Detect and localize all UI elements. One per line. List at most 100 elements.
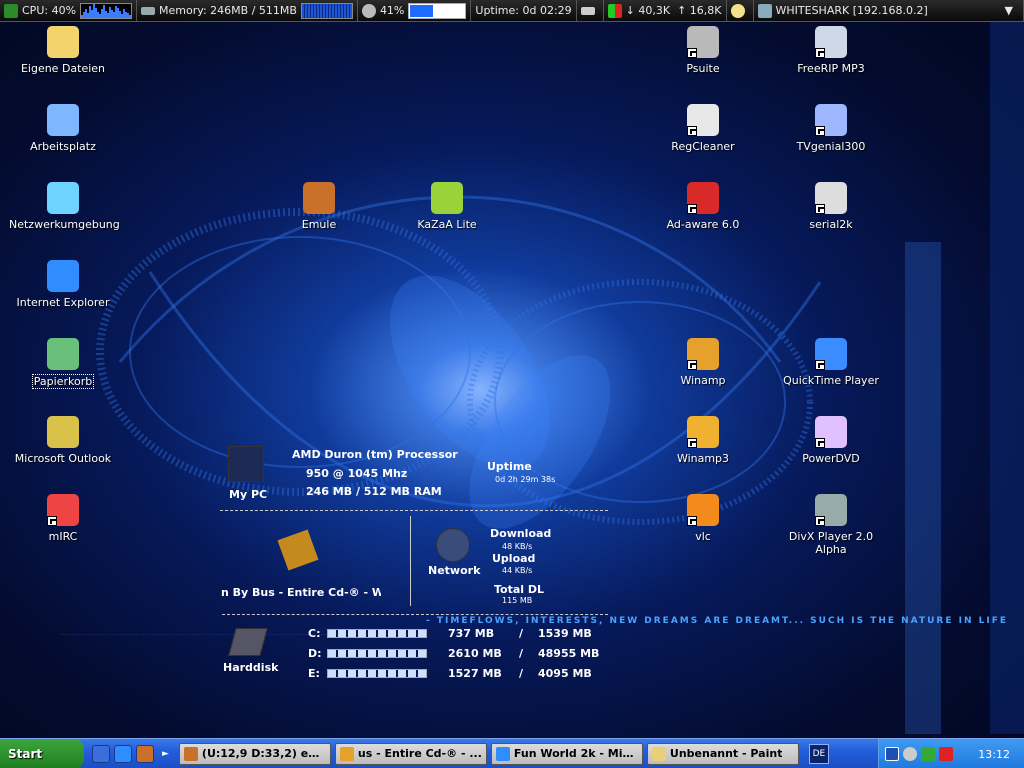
- ati-tray-icon[interactable]: [939, 747, 953, 761]
- divx-icon: [815, 494, 847, 526]
- clock[interactable]: 13:12: [978, 748, 1010, 761]
- desktop-icon-winamp3[interactable]: Winamp3: [648, 416, 758, 465]
- show-desktop-icon[interactable]: [92, 744, 110, 763]
- computer-icon: [47, 104, 79, 136]
- host-name: WHITESHARK [192.168.0.2]: [775, 4, 928, 17]
- desktop-icon-label: Eigene Dateien: [20, 62, 106, 75]
- emule-quicklaunch-icon[interactable]: [136, 744, 154, 763]
- desktop-icon-eigene-dateien[interactable]: Eigene Dateien: [8, 26, 118, 75]
- desktop-icon-label: vlc: [695, 530, 711, 543]
- desktop-icon-label: Internet Explorer: [16, 296, 110, 309]
- tray-expand-icon[interactable]: [885, 747, 899, 761]
- desktop-icon-mirc[interactable]: mIRC: [8, 494, 118, 543]
- quicklaunch-expand-icon[interactable]: ►: [162, 749, 169, 759]
- ie-icon: [47, 260, 79, 292]
- network-tray-icon[interactable]: [903, 747, 917, 761]
- volume-bar[interactable]: [408, 2, 467, 19]
- desktop-icon-freerip[interactable]: FreeRIP MP3: [776, 26, 886, 75]
- volume-readout: 41%: [379, 4, 405, 17]
- ie-quicklaunch-icon[interactable]: [114, 744, 132, 763]
- taskbar-button[interactable]: Fun World 2k - Mic...: [490, 742, 643, 765]
- now-playing: n By Bus - Entire Cd-® - Win: [221, 586, 381, 599]
- notes-segment[interactable]: [727, 0, 754, 22]
- task-app-icon: [651, 746, 666, 761]
- desktop-icon-netzwerkumgebung[interactable]: Netzwerkumgebung: [8, 182, 120, 231]
- psuite-icon: [687, 26, 719, 58]
- speaker-icon: [361, 3, 376, 18]
- uptime-label: Uptime: [487, 460, 532, 473]
- shortcut-arrow-icon: [815, 438, 825, 448]
- task-label: Unbenannt - Paint: [669, 746, 783, 760]
- shortcut-arrow-icon: [815, 126, 825, 136]
- desktop-icon-internet-explorer[interactable]: Internet Explorer: [8, 260, 118, 309]
- volume-fill: [410, 4, 434, 17]
- quicktime-icon: [815, 338, 847, 370]
- desktop-icon-microsoft-outlook[interactable]: Microsoft Outlook: [8, 416, 118, 465]
- cd-icon: [815, 26, 847, 58]
- mypc-label: My PC: [229, 488, 268, 501]
- desktop-icon-papierkorb[interactable]: Papierkorb: [8, 338, 118, 389]
- desktop-icon-ad-aware[interactable]: Ad-aware 6.0: [648, 182, 758, 231]
- desktop-icon-label: Winamp3: [676, 452, 730, 465]
- desktop-icon-serial2k[interactable]: serial2k: [776, 182, 886, 231]
- upload-value: 44 KB/s: [502, 566, 533, 575]
- desktop-icon-label: Winamp: [680, 374, 726, 387]
- volume-segment[interactable]: 41%: [358, 0, 472, 22]
- globe-icon: [436, 528, 470, 562]
- drive-used: 1527 MB: [448, 667, 502, 680]
- host-segment[interactable]: WHITESHARK [192.168.0.2] ▼: [754, 0, 1024, 22]
- mirc-icon: [47, 494, 79, 526]
- shortcut-arrow-icon: [687, 204, 697, 214]
- recycle-bin-icon: [47, 338, 79, 370]
- desktop-icon-quicktime[interactable]: QuickTime Player: [776, 338, 886, 387]
- drive-segment[interactable]: [577, 0, 604, 22]
- shortcut-arrow-icon: [687, 438, 697, 448]
- network-traffic-icon: [607, 3, 622, 18]
- folder-icon: [47, 26, 79, 58]
- desktop-icon-vlc[interactable]: vlc: [648, 494, 758, 543]
- desktop-icon-winamp[interactable]: Winamp: [648, 338, 758, 387]
- outlook-icon: [47, 416, 79, 448]
- network-segment[interactable]: ↓ 40,3K ↑ 16,8K: [604, 0, 727, 22]
- adaware-icon: [687, 182, 719, 214]
- nvidia-tray-icon[interactable]: [921, 747, 935, 761]
- desktop-icon-regcleaner[interactable]: RegCleaner: [648, 104, 758, 153]
- upload-label: Upload: [492, 552, 536, 565]
- language-indicator[interactable]: DE: [808, 743, 829, 764]
- tvgenial-icon: [815, 104, 847, 136]
- desktop-icon-label: TVgenial300: [796, 140, 866, 153]
- menu-arrow-icon[interactable]: ▼: [1005, 4, 1013, 17]
- desktop-icon-tvgenial[interactable]: TVgenial300: [776, 104, 886, 153]
- taskbar: Start ► (U:12,9 D:33,2) eM... us - Entire…: [0, 738, 1024, 768]
- shortcut-arrow-icon: [687, 48, 697, 58]
- shortcut-arrow-icon: [815, 516, 825, 526]
- desktop-icon-emule[interactable]: Emule: [264, 182, 374, 231]
- desktop-icon-divx[interactable]: DivX Player 2.0 Alpha: [776, 494, 886, 556]
- processor-clock: 950 @ 1045 Mhz: [306, 467, 408, 480]
- ram-usage: 246 MB / 512 MB RAM: [306, 485, 442, 498]
- desktop-icon-psuite[interactable]: Psuite: [648, 26, 758, 75]
- taskbar-button[interactable]: Unbenannt - Paint: [646, 742, 799, 765]
- taskbar-button[interactable]: (U:12,9 D:33,2) eM...: [178, 742, 331, 765]
- desktop-icon-label: DivX Player 2.0 Alpha: [788, 530, 874, 556]
- start-button[interactable]: Start: [0, 738, 84, 768]
- status-bar: CPU: 40% Memory: 246MB / 511MB 41% Uptim…: [0, 0, 1024, 22]
- cpu-graph: [80, 2, 133, 19]
- memory-segment[interactable]: Memory: 246MB / 511MB: [137, 0, 358, 22]
- winamp-widget-icon: [277, 529, 319, 571]
- desktop-icon-kazaa-lite[interactable]: KaZaA Lite: [392, 182, 502, 231]
- desktop-icon-label: RegCleaner: [671, 140, 735, 153]
- faint-background-text: ........................................…: [60, 629, 368, 637]
- cpu-segment[interactable]: CPU: 40%: [0, 0, 138, 22]
- taskbar-button[interactable]: us - Entire Cd-® - ...: [334, 742, 487, 765]
- totaldl-label: Total DL: [494, 583, 545, 596]
- divider-vertical: [410, 516, 411, 606]
- desktop-icon-label: KaZaA Lite: [417, 218, 477, 231]
- shortcut-arrow-icon: [815, 48, 825, 58]
- network-icon: [47, 182, 79, 214]
- cpu-readout: CPU: 40%: [22, 4, 77, 17]
- task-label: us - Entire Cd-® - ...: [357, 746, 482, 760]
- desktop-icon-arbeitsplatz[interactable]: Arbeitsplatz: [8, 104, 118, 153]
- desktop-icon-powerdvd[interactable]: PowerDVD: [776, 416, 886, 465]
- motto-text: - TIMEFLOWS, INTERESTS, NEW DREAMS ARE D…: [426, 616, 1008, 626]
